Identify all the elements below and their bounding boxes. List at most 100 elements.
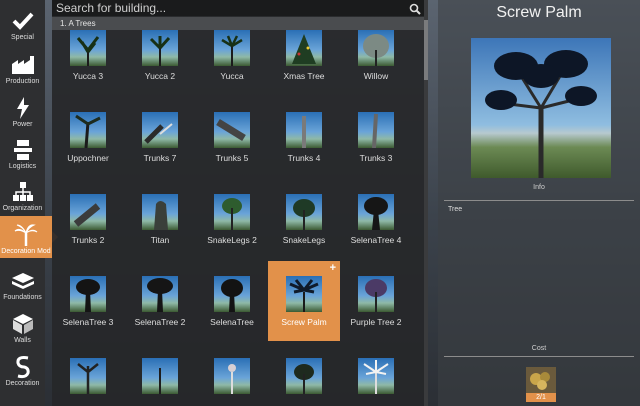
tree-thumbnail <box>214 112 250 148</box>
building-name: SelenaTree 4 <box>350 235 402 245</box>
hierarchy-icon <box>11 181 35 203</box>
building-title: Screw Palm <box>496 4 582 21</box>
tree-thumbnail <box>358 276 394 312</box>
building-info-panel: Screw Palm Info Tree Cost 2/1 <box>438 0 640 406</box>
tree-thumbnail <box>286 358 322 394</box>
building-tile[interactable]: SnakeLegs 2 <box>196 179 268 259</box>
resource-icon <box>526 367 556 393</box>
tree-thumbnail <box>358 358 394 394</box>
category-production[interactable]: Production <box>0 46 45 88</box>
building-list-panel: 1. A Trees Yucca 3 Yucca 2 Yucca Xmas Tr… <box>52 0 428 406</box>
category-label: Decoration <box>5 380 40 387</box>
lightning-icon <box>11 97 35 119</box>
building-tile[interactable]: Trunks 3 <box>340 97 412 177</box>
tree-thumbnail <box>70 112 106 148</box>
search-icon[interactable] <box>409 2 421 15</box>
search-input[interactable] <box>56 1 396 15</box>
category-label: Production <box>5 78 40 85</box>
tree-thumbnail <box>142 276 178 312</box>
tree-thumbnail <box>214 276 250 312</box>
cost-item[interactable]: 2/1 <box>526 367 556 403</box>
divider <box>444 356 634 357</box>
building-grid: Yucca 3 Yucca 2 Yucca Xmas Tree Willow U… <box>52 30 424 406</box>
building-tile[interactable]: Uppochner <box>52 97 124 177</box>
search-bar <box>52 0 427 16</box>
tree-thumbnail <box>70 194 106 230</box>
factory-icon <box>11 54 35 76</box>
tree-thumbnail <box>70 358 106 394</box>
tree-thumbnail <box>214 194 250 230</box>
building-name: Willow <box>363 71 389 81</box>
category-label: Organization <box>2 205 43 212</box>
building-name: SnakeLegs <box>282 235 326 245</box>
category-foundations[interactable]: Foundations <box>0 262 45 304</box>
subcategory-header[interactable]: 1. A Trees <box>52 17 427 30</box>
building-name: Yucca 2 <box>144 71 176 81</box>
add-favorite-icon[interactable]: + <box>330 262 336 274</box>
building-name: Trunks 7 <box>143 153 177 163</box>
category-label: Decoration Mod <box>1 248 51 255</box>
building-tile[interactable]: Willow <box>340 30 412 95</box>
info-section-label: Info <box>533 184 545 191</box>
building-tile[interactable] <box>124 343 196 406</box>
category-power[interactable]: Power <box>0 89 45 131</box>
tree-thumbnail <box>286 30 322 66</box>
building-tile[interactable]: Trunks 4 <box>268 97 340 177</box>
category-label: Logistics <box>8 163 37 170</box>
building-tile[interactable] <box>340 343 412 406</box>
swirl-icon <box>11 356 35 379</box>
category-sidebar: Special Production Power Logistics Organ… <box>0 0 58 406</box>
building-tile[interactable]: Yucca 3 <box>52 30 124 95</box>
building-name: SelenaTree 2 <box>134 317 186 327</box>
building-tile[interactable]: Titan <box>124 179 196 259</box>
category-decoration-mod[interactable]: Decoration Mod <box>0 216 58 258</box>
building-name: Trunks 4 <box>287 153 321 163</box>
building-tile[interactable]: Trunks 5 <box>196 97 268 177</box>
building-tile[interactable]: SelenaTree 3 <box>52 261 124 341</box>
building-name: Trunks 3 <box>359 153 393 163</box>
grid-scrollbar[interactable] <box>424 0 428 406</box>
building-tile[interactable]: Xmas Tree <box>268 30 340 95</box>
category-decoration[interactable]: Decoration <box>0 348 45 390</box>
building-name: SelenaTree 3 <box>62 317 114 327</box>
category-label: Power <box>12 121 33 128</box>
building-tile[interactable]: Trunks 7 <box>124 97 196 177</box>
building-tile-selected[interactable]: + Screw Palm <box>268 261 340 341</box>
tree-thumbnail <box>286 194 322 230</box>
conveyor-icon <box>11 139 35 161</box>
category-logistics[interactable]: Logistics <box>0 131 45 173</box>
building-tile[interactable]: Trunks 2 <box>52 179 124 259</box>
tree-thumbnail <box>286 112 322 148</box>
building-tile[interactable]: Yucca <box>196 30 268 95</box>
building-tile[interactable]: SnakeLegs <box>268 179 340 259</box>
building-name: Yucca 3 <box>72 71 104 81</box>
category-special[interactable]: Special <box>0 2 45 44</box>
cost-count: 2/1 <box>526 393 556 402</box>
palm-icon <box>14 224 38 246</box>
category-organization[interactable]: Organization <box>0 173 45 215</box>
tree-thumbnail <box>286 276 322 312</box>
foundation-icon <box>11 270 35 292</box>
building-type-label: Tree <box>448 206 463 213</box>
category-label: Special <box>11 34 34 41</box>
tree-thumbnail <box>142 194 178 230</box>
building-tile[interactable]: SelenaTree 2 <box>124 261 196 341</box>
building-name: Trunks 2 <box>71 235 105 245</box>
check-icon <box>11 10 35 32</box>
tree-thumbnail <box>142 30 178 66</box>
tree-thumbnail <box>358 30 394 66</box>
building-tile[interactable]: Purple Tree 2 <box>340 261 412 341</box>
building-tile[interactable] <box>52 343 124 406</box>
building-tile[interactable]: Yucca 2 <box>124 30 196 95</box>
tree-thumbnail <box>358 194 394 230</box>
building-preview-image <box>471 38 611 178</box>
building-tile[interactable] <box>196 343 268 406</box>
tree-thumbnail <box>70 30 106 66</box>
building-tile[interactable] <box>268 343 340 406</box>
tree-thumbnail <box>70 276 106 312</box>
category-walls[interactable]: Walls <box>0 305 45 347</box>
building-tile[interactable]: SelenaTree <box>196 261 268 341</box>
tree-thumbnail <box>142 112 178 148</box>
building-tile[interactable]: SelenaTree 4 <box>340 179 412 259</box>
scrollbar-thumb[interactable] <box>424 20 428 80</box>
